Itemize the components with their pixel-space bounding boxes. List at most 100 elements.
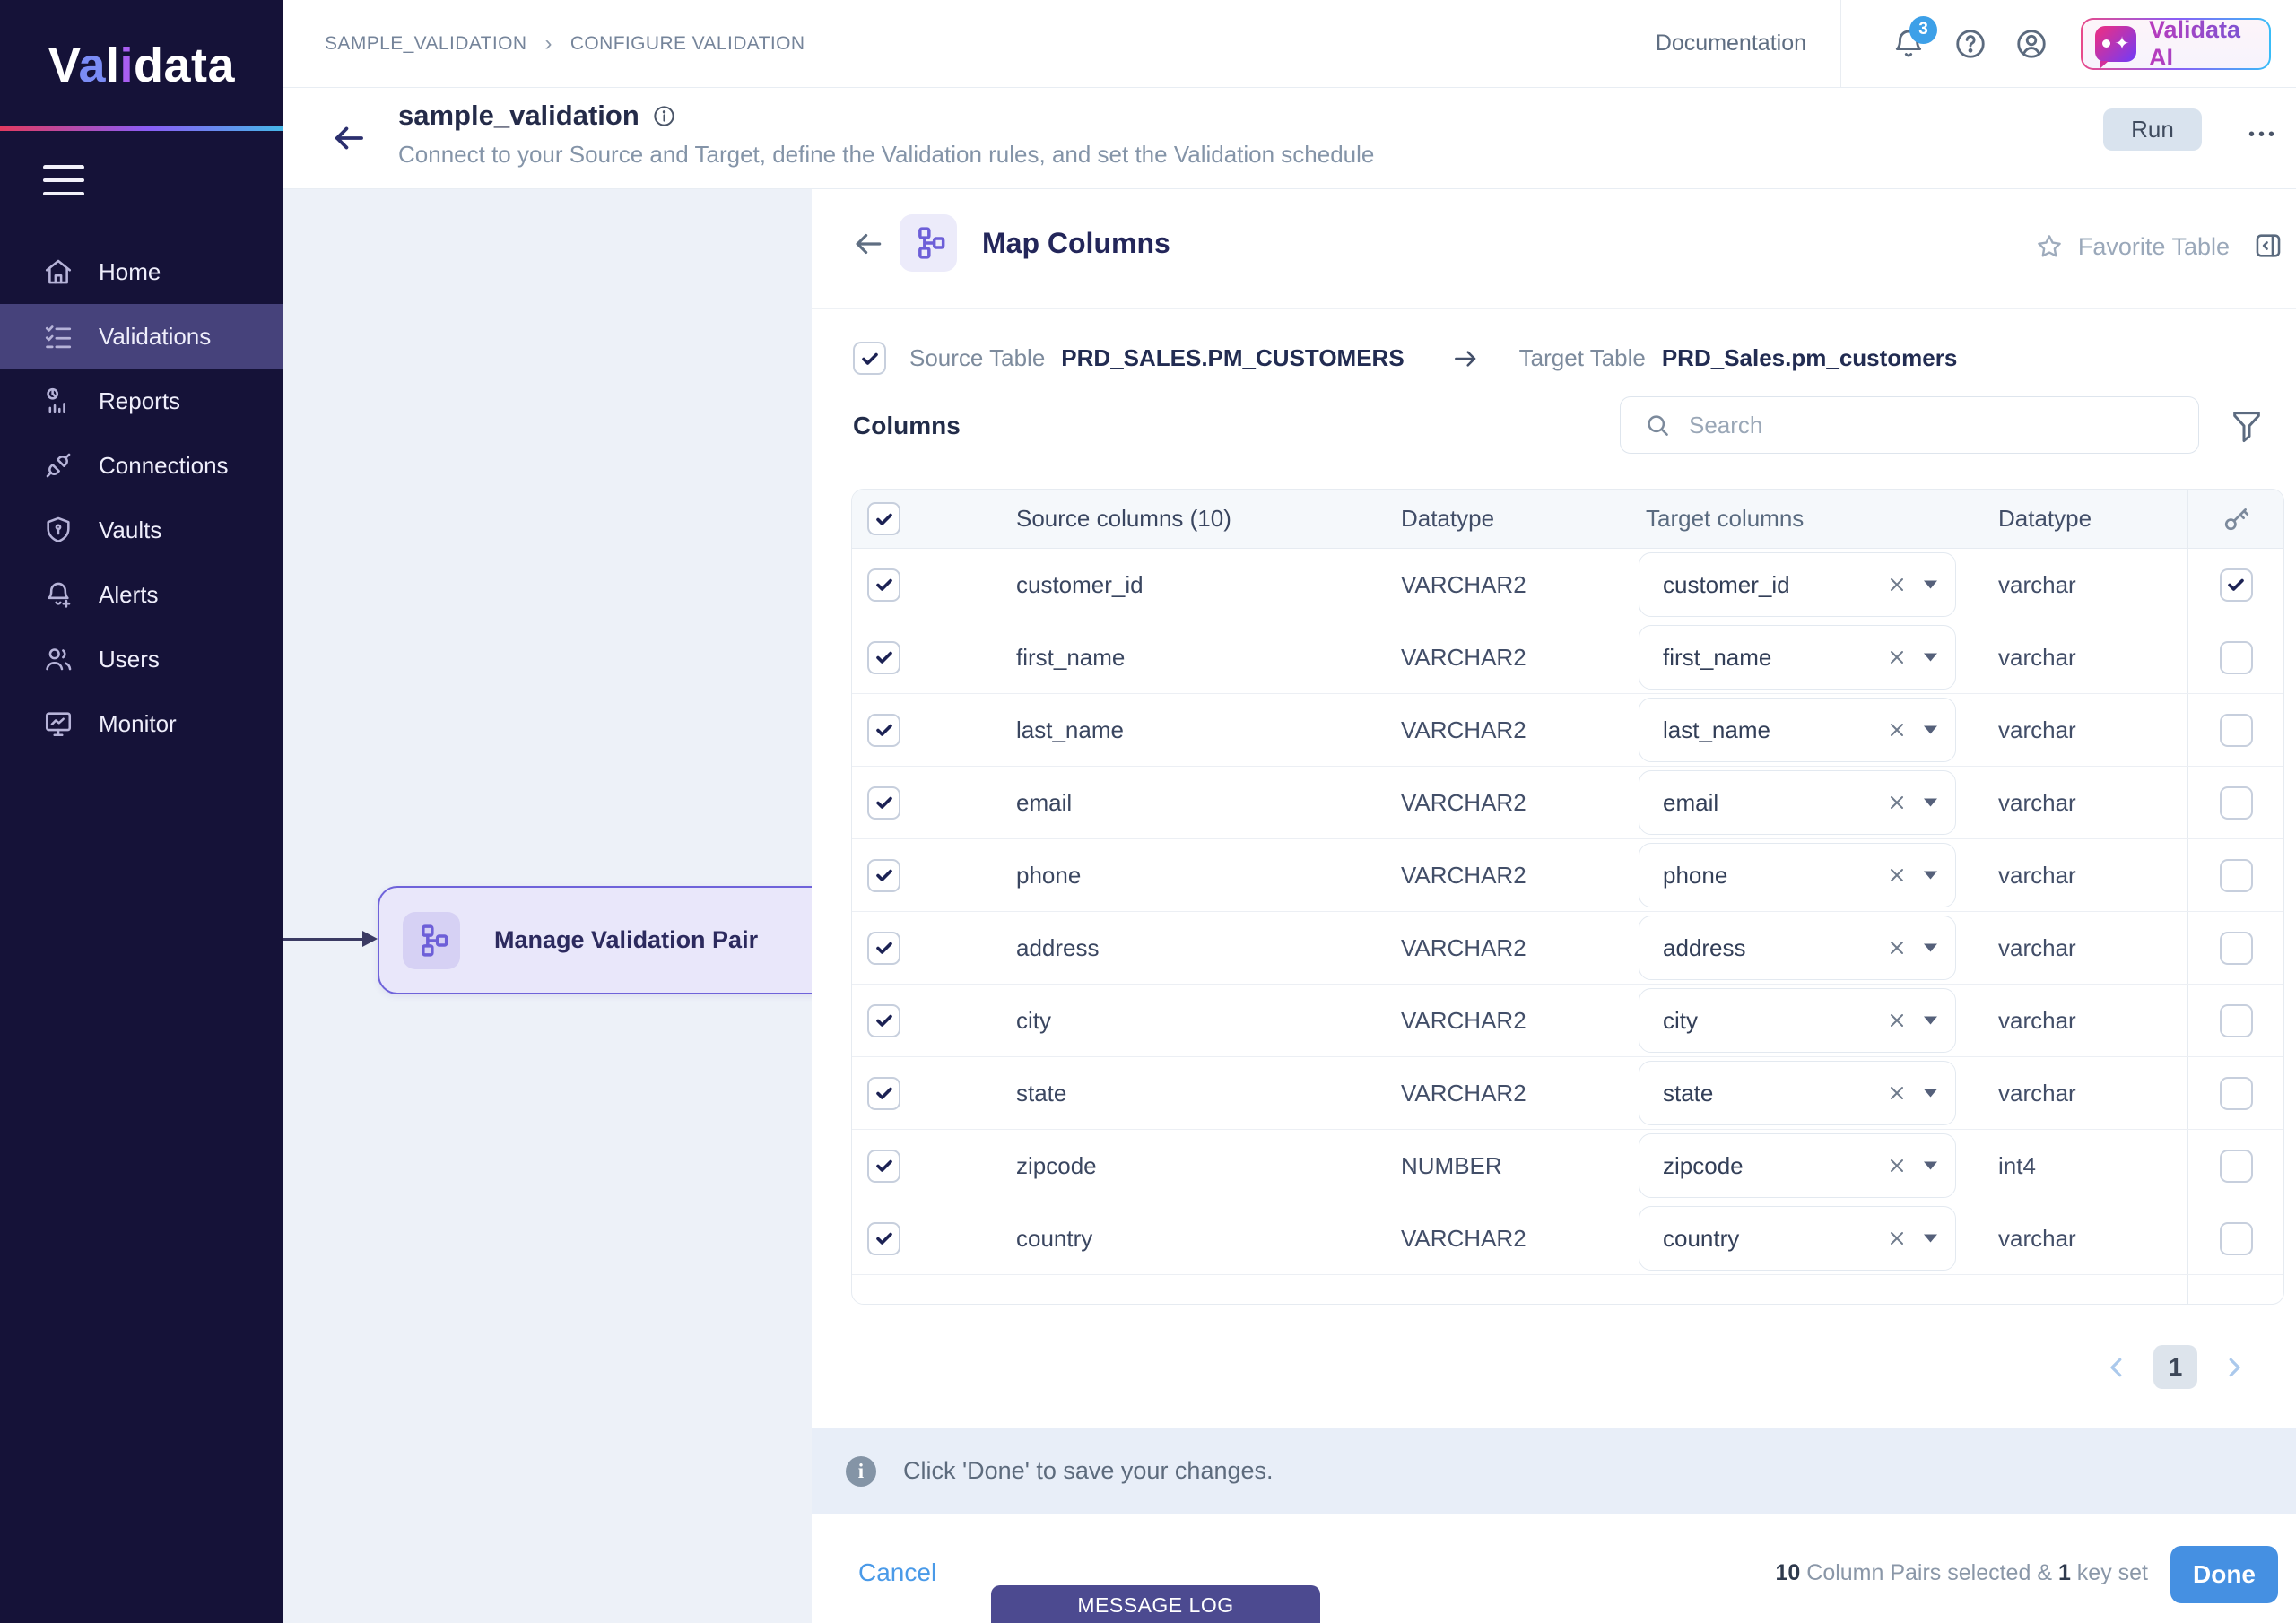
row-checkbox[interactable] xyxy=(867,859,900,892)
run-button[interactable]: Run xyxy=(2103,108,2202,151)
done-button[interactable]: Done xyxy=(2170,1546,2278,1603)
search-input[interactable] xyxy=(1689,412,2184,439)
source-datatype: NUMBER xyxy=(1363,1130,1639,1202)
sidebar-item-vaults[interactable]: Vaults xyxy=(0,498,283,562)
row-checkbox[interactable] xyxy=(867,568,900,602)
sidebar-item-validations[interactable]: Validations xyxy=(0,304,283,369)
manage-validation-pair-node[interactable]: Manage Validation Pair xyxy=(378,886,812,994)
key-checkbox[interactable] xyxy=(2220,714,2253,747)
chevron-down-icon[interactable] xyxy=(1924,1016,1937,1025)
target-column-dropdown[interactable]: phone xyxy=(1639,843,1956,907)
clear-icon[interactable] xyxy=(1886,864,1908,886)
sidebar-item-monitor[interactable]: Monitor xyxy=(0,691,283,756)
message-log-tab[interactable]: MESSAGE LOG xyxy=(991,1585,1320,1623)
row-checkbox[interactable] xyxy=(867,1077,900,1110)
clear-icon[interactable] xyxy=(1886,1228,1908,1249)
topbar-divider xyxy=(1840,0,1841,88)
sidebar-item-users[interactable]: Users xyxy=(0,627,283,691)
chevron-down-icon[interactable] xyxy=(1924,1089,1937,1098)
target-column-dropdown[interactable]: customer_id xyxy=(1639,552,1956,617)
key-checkbox[interactable] xyxy=(2220,786,2253,820)
target-column-dropdown[interactable]: first_name xyxy=(1639,625,1956,690)
target-column-dropdown[interactable]: last_name xyxy=(1639,698,1956,762)
panel-back-arrow-icon[interactable] xyxy=(851,227,885,261)
source-datatype: VARCHAR2 xyxy=(1363,912,1639,984)
more-options-button[interactable]: ••• xyxy=(2243,119,2283,151)
select-all-checkbox[interactable] xyxy=(867,502,900,535)
user-account-icon[interactable] xyxy=(2014,27,2048,61)
clear-icon[interactable] xyxy=(1886,647,1908,668)
chevron-down-icon[interactable] xyxy=(1924,871,1937,880)
row-checkbox[interactable] xyxy=(867,786,900,820)
target-column-dropdown[interactable]: zipcode xyxy=(1639,1133,1956,1198)
chevron-down-icon[interactable] xyxy=(1924,943,1937,952)
target-column-value: first_name xyxy=(1663,644,1886,672)
pair-checkbox[interactable] xyxy=(853,342,886,375)
row-checkbox[interactable] xyxy=(867,1150,900,1183)
table-header-row: Source columns (10) Datatype Target colu… xyxy=(852,490,2283,549)
hamburger-menu-icon[interactable] xyxy=(43,165,84,195)
row-checkbox[interactable] xyxy=(867,641,900,674)
key-checkbox[interactable] xyxy=(2220,932,2253,965)
target-column-dropdown[interactable]: address xyxy=(1639,916,1956,980)
sidebar-item-connections[interactable]: Connections xyxy=(0,433,283,498)
sidebar-item-alerts[interactable]: Alerts xyxy=(0,562,283,627)
key-checkbox[interactable] xyxy=(2220,1077,2253,1110)
target-column-dropdown[interactable]: email xyxy=(1639,770,1956,835)
reports-icon xyxy=(43,386,74,416)
source-column-name: zipcode xyxy=(915,1130,1363,1202)
table-row: city VARCHAR2 city varchar xyxy=(852,985,2283,1057)
chevron-down-icon[interactable] xyxy=(1924,1161,1937,1170)
title-info-icon[interactable] xyxy=(652,104,676,128)
clear-icon[interactable] xyxy=(1886,1155,1908,1176)
clear-icon[interactable] xyxy=(1886,937,1908,959)
target-column-dropdown[interactable]: city xyxy=(1639,988,1956,1053)
key-checkbox[interactable] xyxy=(2220,641,2253,674)
row-checkbox[interactable] xyxy=(867,932,900,965)
target-column-dropdown[interactable]: country xyxy=(1639,1206,1956,1271)
favorite-table-button[interactable]: Favorite Table xyxy=(2035,232,2230,261)
collapse-panel-icon[interactable] xyxy=(2253,230,2283,261)
cancel-button[interactable]: Cancel xyxy=(858,1558,936,1587)
key-checkbox[interactable] xyxy=(2220,1004,2253,1037)
documentation-link[interactable]: Documentation xyxy=(1656,30,1806,56)
validations-icon xyxy=(43,321,74,352)
key-checkbox[interactable] xyxy=(2220,1222,2253,1255)
row-checkbox[interactable] xyxy=(867,714,900,747)
clear-icon[interactable] xyxy=(1886,574,1908,595)
target-datatype: varchar xyxy=(1956,1057,2187,1129)
chevron-down-icon[interactable] xyxy=(1924,1234,1937,1243)
previous-page-icon[interactable] xyxy=(2103,1354,2130,1381)
notifications-bell-icon[interactable]: 3 xyxy=(1892,27,1926,61)
clear-icon[interactable] xyxy=(1886,792,1908,813)
next-page-icon[interactable] xyxy=(2221,1354,2248,1381)
validata-ai-button[interactable]: ✦ Validata AI xyxy=(2081,18,2271,70)
chevron-down-icon[interactable] xyxy=(1924,725,1937,734)
info-bar: i Click 'Done' to save your changes. xyxy=(812,1428,2296,1514)
clear-icon[interactable] xyxy=(1886,719,1908,741)
sidebar-item-reports[interactable]: Reports xyxy=(0,369,283,433)
source-column-name: address xyxy=(915,912,1363,984)
row-checkbox[interactable] xyxy=(867,1222,900,1255)
chevron-down-icon[interactable] xyxy=(1924,580,1937,589)
chevron-down-icon[interactable] xyxy=(1924,653,1937,662)
clear-icon[interactable] xyxy=(1886,1082,1908,1104)
help-icon[interactable] xyxy=(1953,27,1987,61)
table-row: address VARCHAR2 address varchar xyxy=(852,912,2283,985)
back-arrow-icon[interactable] xyxy=(330,119,368,157)
key-checkbox[interactable] xyxy=(2220,568,2253,602)
breadcrumb-item-configure-validation[interactable]: CONFIGURE VALIDATION xyxy=(570,33,805,55)
key-checkbox[interactable] xyxy=(2220,859,2253,892)
target-column-dropdown[interactable]: state xyxy=(1639,1061,1956,1125)
chevron-down-icon[interactable] xyxy=(1924,798,1937,807)
page-number[interactable]: 1 xyxy=(2153,1345,2197,1389)
filter-funnel-icon[interactable] xyxy=(2229,406,2265,444)
row-checkbox[interactable] xyxy=(867,1004,900,1037)
table-footer-filler xyxy=(852,1275,2283,1304)
clear-icon[interactable] xyxy=(1886,1010,1908,1031)
breadcrumb-item-sample-validation[interactable]: SAMPLE_VALIDATION xyxy=(325,33,526,55)
vaults-icon xyxy=(43,515,74,545)
key-checkbox[interactable] xyxy=(2220,1150,2253,1183)
header-target-datatype: Datatype xyxy=(1956,490,2187,548)
sidebar-item-home[interactable]: Home xyxy=(0,239,283,304)
